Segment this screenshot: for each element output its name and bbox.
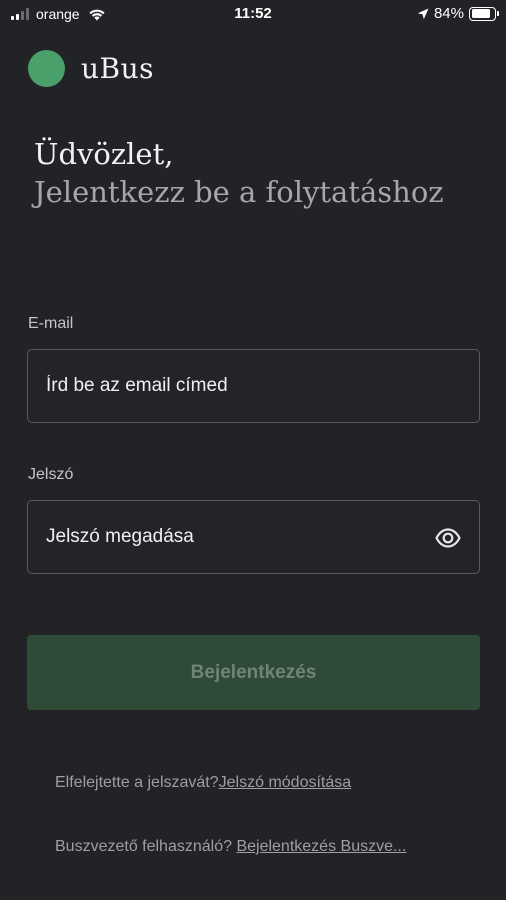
password-field-box bbox=[27, 500, 480, 574]
greeting-subtitle: Jelentkezz be a folytatáshoz bbox=[34, 175, 444, 209]
eye-icon[interactable] bbox=[434, 524, 462, 552]
app-header: uBus bbox=[28, 50, 154, 87]
driver-login-row: Buszvezető felhasználó? Bejelentkezés Bu… bbox=[55, 838, 406, 856]
app-logo bbox=[28, 50, 65, 87]
app-name: uBus bbox=[81, 52, 155, 85]
status-right: 84% bbox=[417, 5, 499, 22]
battery-icon bbox=[469, 6, 499, 21]
greeting-title: Üdvözlet, bbox=[34, 137, 174, 171]
email-field-box bbox=[27, 349, 480, 423]
email-field[interactable] bbox=[28, 350, 479, 422]
greeting: Üdvözlet, Jelentkezz be a folytatáshoz bbox=[34, 135, 444, 211]
forgot-password-row: Elfelejtette a jelszavát?Jelszó módosítá… bbox=[55, 774, 351, 792]
change-password-link[interactable]: Jelszó módosítása bbox=[219, 774, 352, 791]
forgot-password-text: Elfelejtette a jelszavát? bbox=[55, 774, 219, 791]
location-arrow-icon bbox=[417, 8, 429, 19]
password-label: Jelszó bbox=[28, 466, 74, 483]
password-field[interactable] bbox=[28, 501, 479, 573]
driver-login-text: Buszvezető felhasználó? bbox=[55, 838, 232, 855]
email-label: E-mail bbox=[28, 315, 74, 332]
login-button[interactable]: Bejelentkezés bbox=[27, 635, 480, 710]
battery-percent: 84% bbox=[433, 5, 464, 22]
driver-login-link[interactable]: Bejelentkezés Buszve... bbox=[236, 838, 406, 855]
status-bar: orange 11:52 84% bbox=[0, 0, 506, 30]
